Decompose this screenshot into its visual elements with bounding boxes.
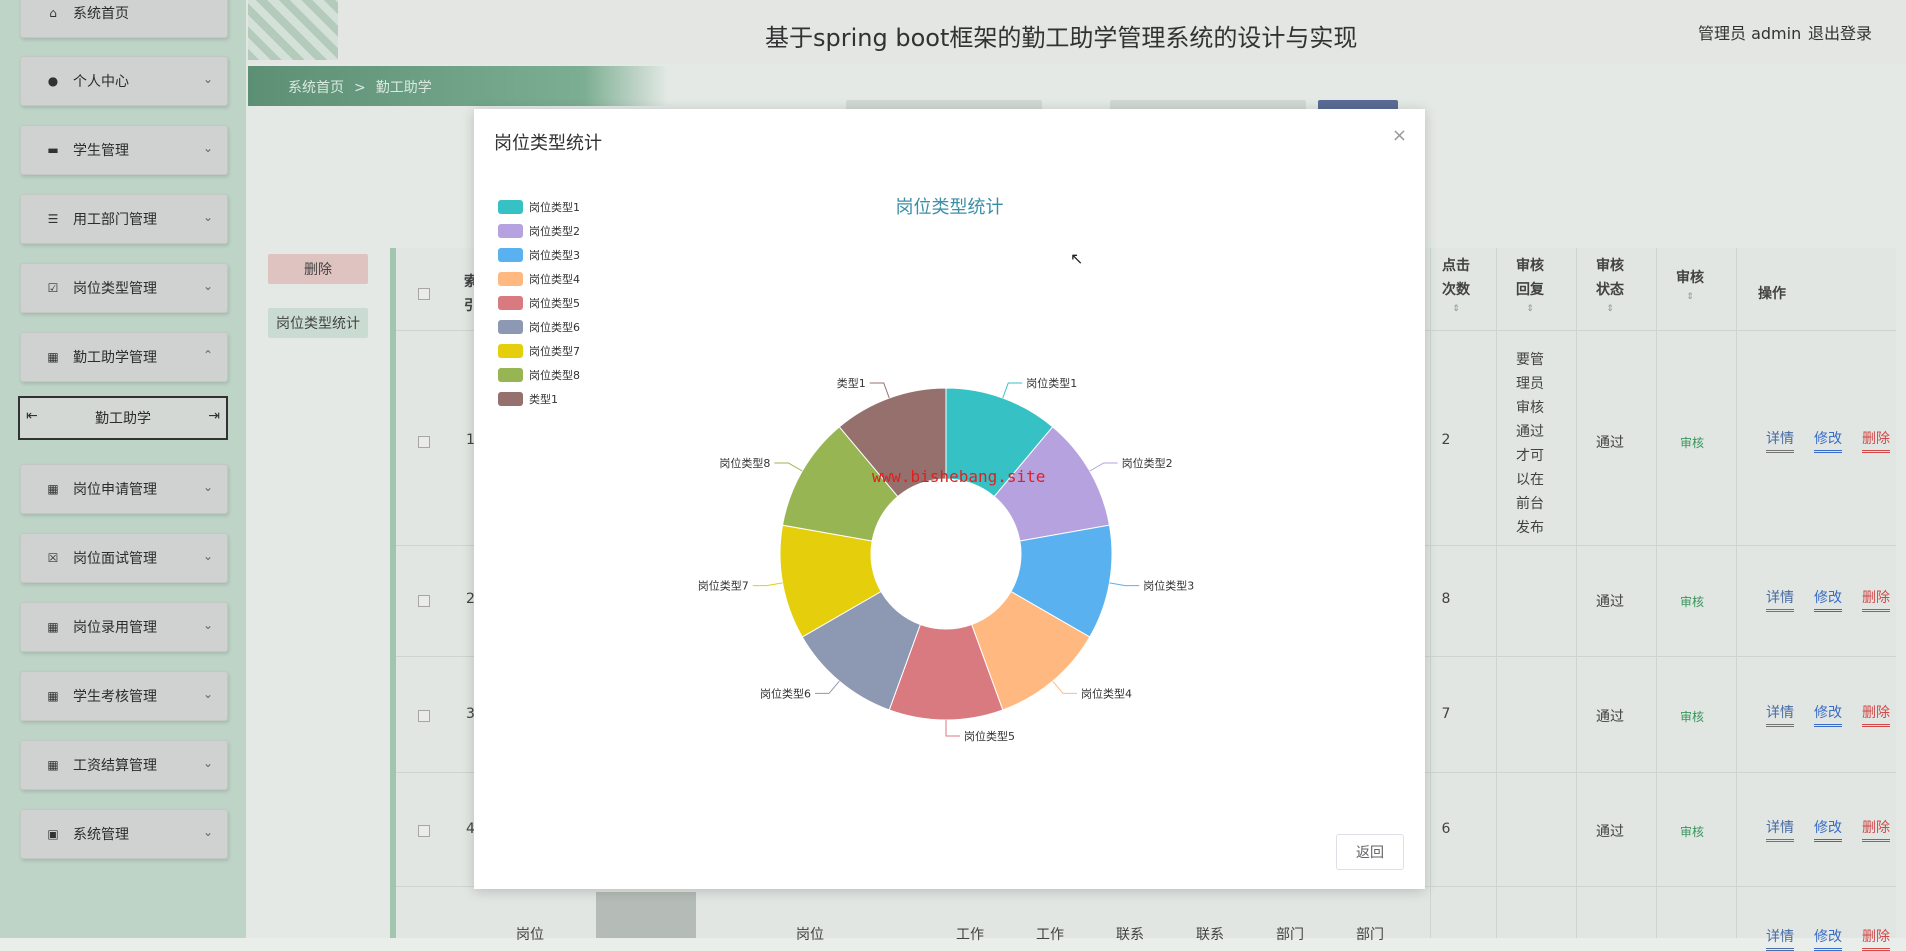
slice-label: 岗位类型8: [719, 456, 770, 470]
slice-label: 岗位类型2: [1122, 456, 1173, 470]
label-leader-line: [1109, 582, 1140, 587]
stat-modal: 岗位类型统计 × 岗位类型统计 岗位类型1 岗位类型2 岗位类型3 岗位类型4 岗位类型…: [474, 109, 1425, 889]
label-leader-line: [774, 462, 803, 472]
mouse-cursor-icon: ↖: [1070, 249, 1084, 268]
slice-label: 岗位类型3: [1143, 579, 1194, 593]
slice-label: 岗位类型5: [964, 729, 1015, 743]
label-leader-line: [815, 680, 840, 694]
slice-label: 岗位类型7: [698, 579, 749, 593]
label-leader-line: [945, 720, 960, 737]
label-leader-line: [1052, 680, 1077, 694]
label-leader-line: [1002, 382, 1023, 399]
label-leader-line: [752, 582, 783, 587]
label-leader-line: [1089, 462, 1118, 472]
slice-label: 岗位类型1: [1026, 376, 1077, 390]
slice-label: 岗位类型6: [760, 686, 811, 700]
slice-label: 岗位类型4: [1081, 686, 1132, 700]
watermark: www.bishebang.site: [872, 467, 1046, 486]
label-leader-line: [869, 382, 890, 399]
back-button[interactable]: 返回: [1336, 834, 1404, 870]
slice-label: 类型1: [837, 376, 866, 390]
donut-chart: 岗位类型1 岗位类型2 岗位类型3 岗位类型4 岗位类型5 岗位类型6 岗位类型7 岗位类型8…: [698, 376, 1194, 743]
